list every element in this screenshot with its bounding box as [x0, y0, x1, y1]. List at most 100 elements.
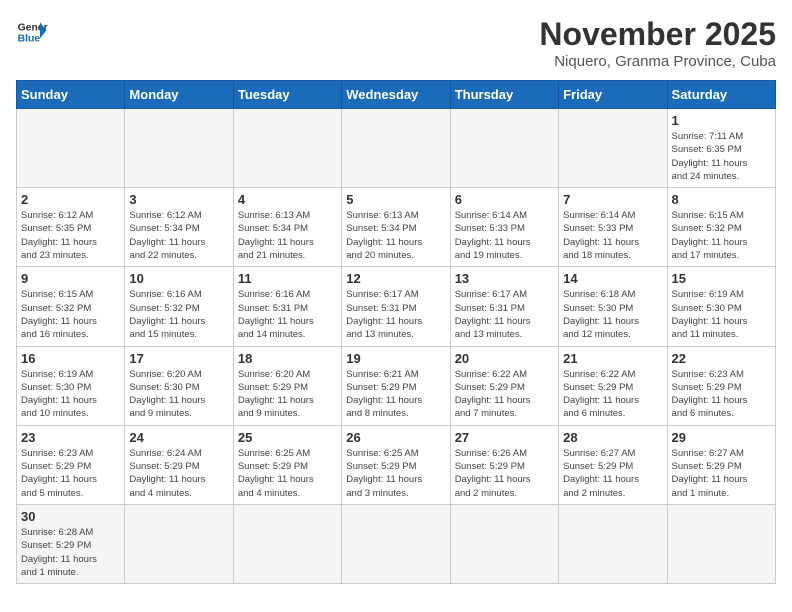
day-info: Sunrise: 6:12 AM Sunset: 5:35 PM Dayligh… [21, 209, 120, 262]
day-info: Sunrise: 6:15 AM Sunset: 5:32 PM Dayligh… [672, 209, 771, 262]
day-number: 20 [455, 351, 554, 366]
day-number: 1 [672, 113, 771, 128]
day-cell: 23Sunrise: 6:23 AM Sunset: 5:29 PM Dayli… [17, 425, 125, 504]
day-info: Sunrise: 6:23 AM Sunset: 5:29 PM Dayligh… [672, 368, 771, 421]
day-info: Sunrise: 6:19 AM Sunset: 5:30 PM Dayligh… [21, 368, 120, 421]
day-cell: 20 Sunrise: 6:22 AM Sunset: 5:29 PM Dayli… [450, 346, 558, 425]
day-number: 10 [129, 271, 228, 286]
day-info: Sunrise: 6:22 AM Sunset: 5:29 PM Dayligh… [455, 368, 554, 421]
weekday-header-row: SundayMondayTuesdayWednesdayThursdayFrid… [17, 81, 776, 109]
day-cell: 17 Sunrise: 6:20 AM Sunset: 5:30 PM Dayli… [125, 346, 233, 425]
day-number: 13 [455, 271, 554, 286]
weekday-header-thursday: Thursday [450, 81, 558, 109]
day-number: 29 [672, 430, 771, 445]
day-info: Sunrise: 6:12 AM Sunset: 5:34 PM Dayligh… [129, 209, 228, 262]
title-area: November 2025 Niquero, Granma Province, … [539, 16, 776, 70]
day-cell: 30Sunrise: 6:28 AM Sunset: 5:29 PM Dayli… [17, 504, 125, 583]
week-row-4: 16 Sunrise: 6:19 AM Sunset: 5:30 PM Dayli… [17, 346, 776, 425]
day-cell: 21Sunrise: 6:22 AM Sunset: 5:29 PM Dayli… [559, 346, 667, 425]
day-cell [450, 109, 558, 188]
day-cell [450, 504, 558, 583]
day-number: 3 [129, 192, 228, 207]
day-cell [125, 109, 233, 188]
day-cell [667, 504, 775, 583]
svg-text:Blue: Blue [18, 34, 41, 45]
page-header: General Blue November 2025 Niquero, Gran… [16, 16, 776, 70]
day-cell: 29Sunrise: 6:27 AM Sunset: 5:29 PM Dayli… [667, 425, 775, 504]
weekday-header-friday: Friday [559, 81, 667, 109]
day-cell: 12Sunrise: 6:17 AM Sunset: 5:31 PM Dayli… [342, 267, 450, 346]
day-info: Sunrise: 6:14 AM Sunset: 5:33 PM Dayligh… [455, 209, 554, 262]
day-cell: 7Sunrise: 6:14 AM Sunset: 5:33 PM Daylig… [559, 188, 667, 267]
day-number: 19 [346, 351, 445, 366]
day-cell [559, 504, 667, 583]
day-cell: 10 Sunrise: 6:16 AM Sunset: 5:32 PM Dayli… [125, 267, 233, 346]
day-info: Sunrise: 6:24 AM Sunset: 5:29 PM Dayligh… [129, 447, 228, 500]
day-cell [17, 109, 125, 188]
day-info: Sunrise: 6:19 AM Sunset: 5:30 PM Dayligh… [672, 288, 771, 341]
day-cell: 25 Sunrise: 6:25 AM Sunset: 5:29 PM Dayli… [233, 425, 341, 504]
logo-icon: General Blue [16, 16, 48, 48]
day-cell: 28 Sunrise: 6:27 AM Sunset: 5:29 PM Dayli… [559, 425, 667, 504]
day-cell: 22 Sunrise: 6:23 AM Sunset: 5:29 PM Dayli… [667, 346, 775, 425]
day-number: 2 [21, 192, 120, 207]
day-cell: 1 Sunrise: 7:11 AM Sunset: 6:35 PM Daylig… [667, 109, 775, 188]
day-cell: 11 Sunrise: 6:16 AM Sunset: 5:31 PM Dayli… [233, 267, 341, 346]
day-cell: 3 Sunrise: 6:12 AM Sunset: 5:34 PM Daylig… [125, 188, 233, 267]
weekday-header-tuesday: Tuesday [233, 81, 341, 109]
weekday-header-monday: Monday [125, 81, 233, 109]
calendar-table: SundayMondayTuesdayWednesdayThursdayFrid… [16, 80, 776, 584]
day-number: 26 [346, 430, 445, 445]
day-number: 4 [238, 192, 337, 207]
day-number: 22 [672, 351, 771, 366]
day-info: Sunrise: 6:18 AM Sunset: 5:30 PM Dayligh… [563, 288, 662, 341]
day-info: Sunrise: 6:16 AM Sunset: 5:31 PM Dayligh… [238, 288, 337, 341]
week-row-2: 2 Sunrise: 6:12 AM Sunset: 5:35 PM Daylig… [17, 188, 776, 267]
day-number: 28 [563, 430, 662, 445]
day-number: 15 [672, 271, 771, 286]
day-cell [233, 109, 341, 188]
day-cell: 13 Sunrise: 6:17 AM Sunset: 5:31 PM Dayli… [450, 267, 558, 346]
day-info: Sunrise: 6:20 AM Sunset: 5:30 PM Dayligh… [129, 368, 228, 421]
week-row-1: 1 Sunrise: 7:11 AM Sunset: 6:35 PM Daylig… [17, 109, 776, 188]
day-number: 7 [563, 192, 662, 207]
day-info: Sunrise: 6:21 AM Sunset: 5:29 PM Dayligh… [346, 368, 445, 421]
day-info: Sunrise: 6:20 AM Sunset: 5:29 PM Dayligh… [238, 368, 337, 421]
day-info: Sunrise: 6:28 AM Sunset: 5:29 PM Dayligh… [21, 526, 120, 579]
week-row-6: 30Sunrise: 6:28 AM Sunset: 5:29 PM Dayli… [17, 504, 776, 583]
day-cell: 9Sunrise: 6:15 AM Sunset: 5:32 PM Daylig… [17, 267, 125, 346]
day-cell: 24 Sunrise: 6:24 AM Sunset: 5:29 PM Dayli… [125, 425, 233, 504]
day-number: 17 [129, 351, 228, 366]
day-cell: 16 Sunrise: 6:19 AM Sunset: 5:30 PM Dayli… [17, 346, 125, 425]
location: Niquero, Granma Province, Cuba [539, 53, 776, 70]
day-cell: 26 Sunrise: 6:25 AM Sunset: 5:29 PM Dayli… [342, 425, 450, 504]
day-cell [559, 109, 667, 188]
day-info: Sunrise: 6:25 AM Sunset: 5:29 PM Dayligh… [346, 447, 445, 500]
weekday-header-saturday: Saturday [667, 81, 775, 109]
day-number: 18 [238, 351, 337, 366]
day-cell: 2 Sunrise: 6:12 AM Sunset: 5:35 PM Daylig… [17, 188, 125, 267]
day-info: Sunrise: 6:16 AM Sunset: 5:32 PM Dayligh… [129, 288, 228, 341]
day-info: Sunrise: 6:17 AM Sunset: 5:31 PM Dayligh… [455, 288, 554, 341]
day-cell: 5Sunrise: 6:13 AM Sunset: 5:34 PM Daylig… [342, 188, 450, 267]
month-title: November 2025 [539, 16, 776, 53]
day-cell: 6Sunrise: 6:14 AM Sunset: 5:33 PM Daylig… [450, 188, 558, 267]
day-cell: 27Sunrise: 6:26 AM Sunset: 5:29 PM Dayli… [450, 425, 558, 504]
day-info: Sunrise: 6:25 AM Sunset: 5:29 PM Dayligh… [238, 447, 337, 500]
day-number: 11 [238, 271, 337, 286]
weekday-header-wednesday: Wednesday [342, 81, 450, 109]
day-info: Sunrise: 6:27 AM Sunset: 5:29 PM Dayligh… [563, 447, 662, 500]
day-cell: 4Sunrise: 6:13 AM Sunset: 5:34 PM Daylig… [233, 188, 341, 267]
day-number: 5 [346, 192, 445, 207]
day-number: 12 [346, 271, 445, 286]
day-number: 25 [238, 430, 337, 445]
day-info: Sunrise: 7:11 AM Sunset: 6:35 PM Dayligh… [672, 130, 771, 183]
day-cell [233, 504, 341, 583]
week-row-5: 23Sunrise: 6:23 AM Sunset: 5:29 PM Dayli… [17, 425, 776, 504]
day-number: 27 [455, 430, 554, 445]
day-cell: 19 Sunrise: 6:21 AM Sunset: 5:29 PM Dayli… [342, 346, 450, 425]
day-number: 14 [563, 271, 662, 286]
day-number: 16 [21, 351, 120, 366]
day-cell: 15 Sunrise: 6:19 AM Sunset: 5:30 PM Dayli… [667, 267, 775, 346]
day-number: 24 [129, 430, 228, 445]
